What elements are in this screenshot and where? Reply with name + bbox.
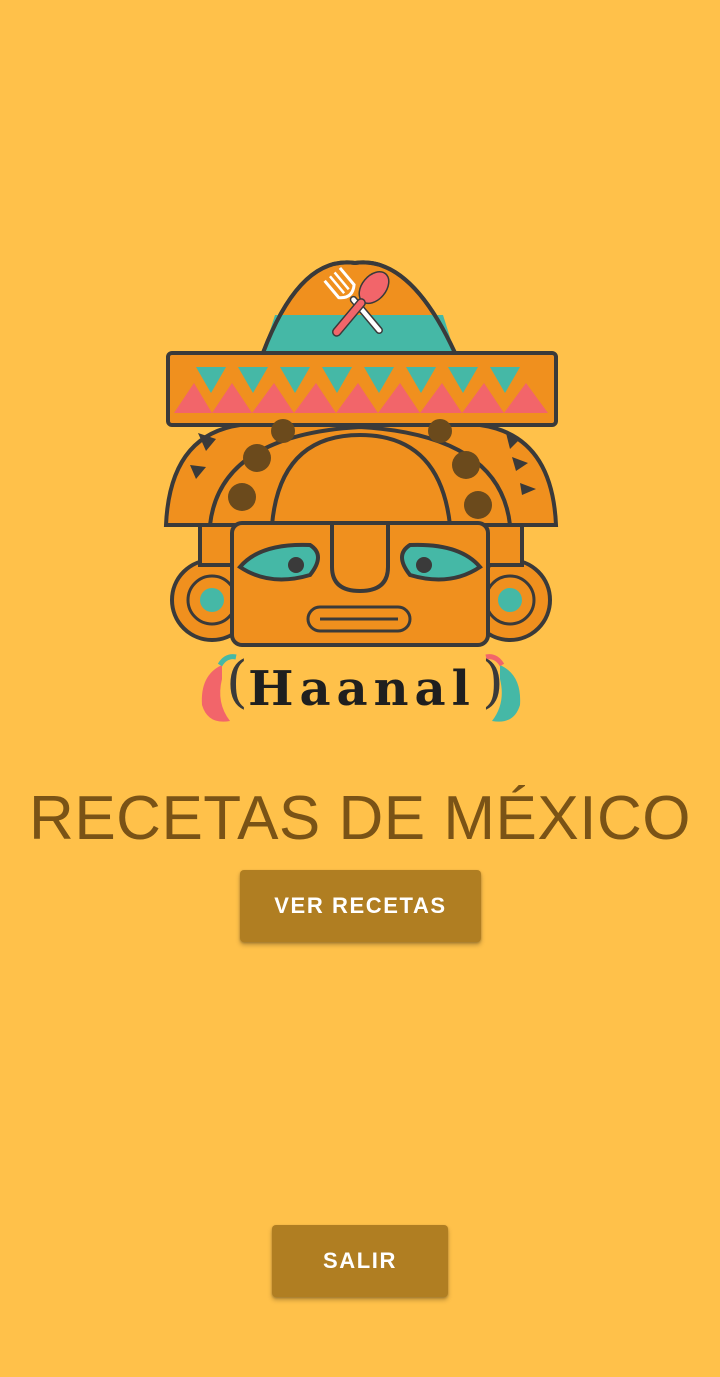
exit-button[interactable]: SALIR <box>272 1225 448 1297</box>
main-screen: ( ) Haanal RECETAS DE MÉXICO VER RECETAS… <box>0 0 720 1377</box>
haanal-logo: ( ) Haanal <box>160 255 560 730</box>
logo-wordmark: Haanal <box>248 661 476 717</box>
view-recipes-button[interactable]: VER RECETAS <box>240 870 481 942</box>
svg-text:): ) <box>482 650 504 715</box>
page-title: RECETAS DE MÉXICO <box>29 784 691 853</box>
